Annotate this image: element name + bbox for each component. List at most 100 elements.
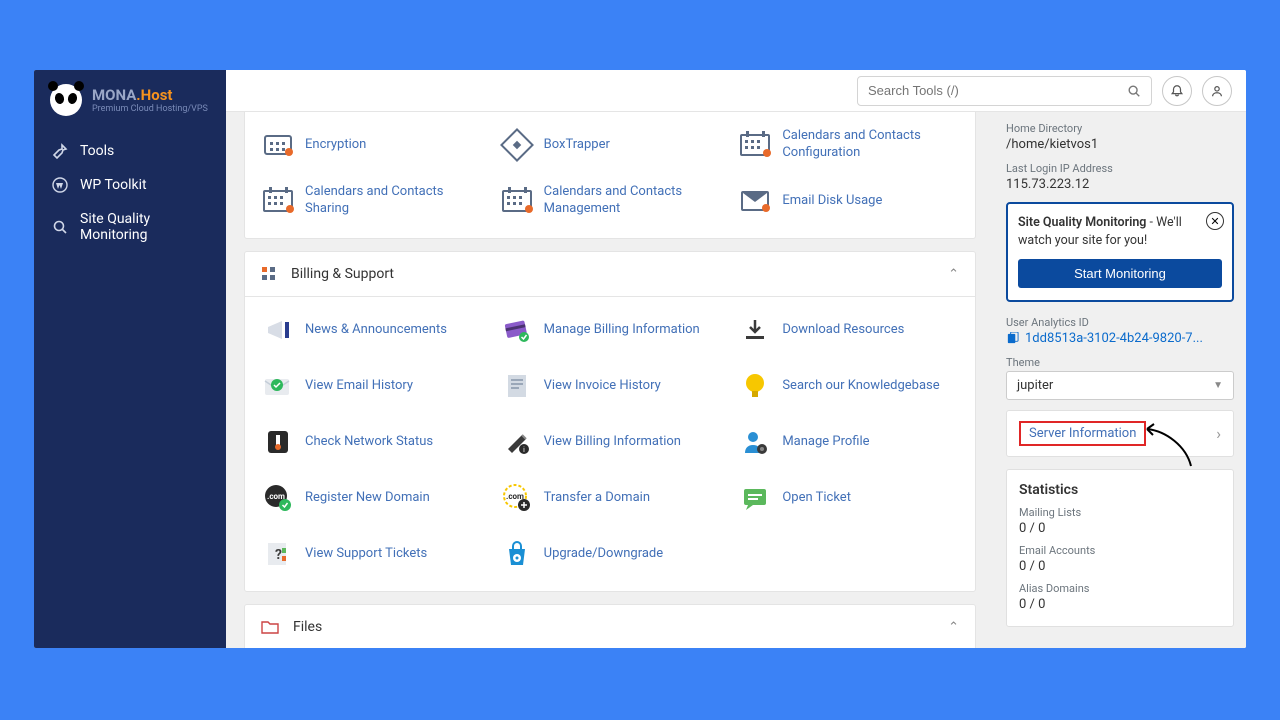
wordpress-icon	[52, 177, 68, 193]
close-icon[interactable]: ✕	[1206, 212, 1224, 230]
brand-logo: MONA.Host Premium Cloud Hosting/VPS	[34, 84, 226, 134]
stats-title: Statistics	[1019, 482, 1221, 498]
tool-email-history[interactable]: View Email History	[255, 359, 488, 413]
theme-select[interactable]: jupiter ▼	[1006, 371, 1234, 400]
notifications-button[interactable]	[1162, 76, 1192, 106]
diamond-icon	[500, 128, 534, 162]
server-info-label: Server Information	[1019, 421, 1146, 446]
keyboard-icon	[261, 128, 295, 162]
sidebar-item-label: Tools	[80, 143, 114, 159]
calendar-share-icon	[261, 184, 295, 218]
stat-value: 0 / 0	[1019, 521, 1221, 536]
envelope-icon	[738, 184, 772, 218]
domain-new-icon: .com	[261, 481, 295, 515]
tool-boxtrapper[interactable]: BoxTrapper	[494, 118, 727, 172]
magnifier-icon	[52, 219, 68, 235]
search-icon[interactable]	[1127, 84, 1141, 98]
analytics-label: User Analytics ID	[1006, 316, 1234, 329]
pen-info-icon: i	[500, 425, 534, 459]
analytics-row: 1dd8513a-3102-4b24-9820-7...	[1006, 331, 1234, 346]
bag-gear-icon	[500, 537, 534, 571]
bell-icon	[1170, 84, 1184, 98]
tool-cal-sharing[interactable]: Calendars and Contacts Sharing	[255, 174, 488, 228]
tool-view-billing[interactable]: iView Billing Information	[494, 415, 727, 469]
download-icon	[738, 313, 772, 347]
copy-icon[interactable]	[1006, 332, 1019, 345]
user-button[interactable]	[1202, 76, 1232, 106]
main-content: Encryption BoxTrapper Calendars and Cont…	[226, 112, 994, 648]
ticket-icon	[738, 481, 772, 515]
analytics-id: 1dd8513a-3102-4b24-9820-7...	[1025, 331, 1203, 346]
sqm-title: Site Quality Monitoring	[1018, 215, 1146, 230]
invoice-icon	[500, 369, 534, 403]
calendar-manage-icon	[500, 184, 534, 218]
stat-label: Mailing Lists	[1019, 506, 1221, 519]
chevron-down-icon: ▼	[1213, 380, 1223, 391]
tool-manage-profile[interactable]: Manage Profile	[732, 415, 965, 469]
wrench-icon	[52, 143, 68, 159]
sqm-banner: ✕ Site Quality Monitoring - We'll watch …	[1006, 202, 1234, 302]
sidebar-item-label: WP Toolkit	[80, 177, 147, 193]
sidebar: MONA.Host Premium Cloud Hosting/VPS Tool…	[34, 70, 226, 648]
profile-gear-icon	[738, 425, 772, 459]
brand-name-a: MONA	[92, 86, 136, 104]
sidebar-item-site-quality[interactable]: Site Quality Monitoring	[34, 202, 226, 252]
section-title: Files	[293, 619, 934, 635]
search-input[interactable]	[868, 83, 1127, 98]
svg-text:i: i	[523, 446, 525, 454]
header	[226, 70, 1246, 112]
tool-knowledgebase[interactable]: Search our Knowledgebase	[732, 359, 965, 413]
tool-upgrade[interactable]: Upgrade/Downgrade	[494, 527, 727, 581]
sidebar-item-wp-toolkit[interactable]: WP Toolkit	[34, 168, 226, 202]
start-monitoring-button[interactable]: Start Monitoring	[1018, 259, 1222, 288]
home-dir-value: /home/kietvos1	[1006, 137, 1234, 152]
tool-email-disk[interactable]: Email Disk Usage	[732, 174, 965, 228]
tool-cal-config[interactable]: Calendars and Contacts Configuration	[732, 118, 965, 172]
chevron-right-icon: ›	[1216, 424, 1221, 443]
last-ip-value: 115.73.223.12	[1006, 177, 1234, 192]
stat-label: Alias Domains	[1019, 582, 1221, 595]
panda-icon	[50, 84, 82, 116]
tool-invoice-history[interactable]: View Invoice History	[494, 359, 727, 413]
sidebar-item-tools[interactable]: Tools	[34, 134, 226, 168]
megaphone-icon	[261, 313, 295, 347]
tool-encryption[interactable]: Encryption	[255, 118, 488, 172]
tool-download[interactable]: Download Resources	[732, 303, 965, 357]
section-title: Billing & Support	[291, 266, 934, 282]
sidebar-item-label: Site Quality Monitoring	[80, 211, 200, 243]
lightbulb-icon	[738, 369, 772, 403]
tool-transfer-domain[interactable]: .comTransfer a Domain	[494, 471, 727, 525]
stat-value: 0 / 0	[1019, 559, 1221, 574]
search-box[interactable]	[857, 76, 1152, 106]
files-panel: Files ⌃ File Manager Images Directory Pr…	[244, 604, 976, 648]
brand-tagline: Premium Cloud Hosting/VPS	[92, 104, 208, 114]
last-ip-label: Last Login IP Address	[1006, 162, 1234, 175]
theme-label: Theme	[1006, 356, 1234, 369]
tool-support-tickets[interactable]: ?View Support Tickets	[255, 527, 488, 581]
theme-value: jupiter	[1017, 378, 1053, 393]
server-information-link[interactable]: Server Information ›	[1006, 410, 1234, 457]
apps-icon	[261, 266, 277, 282]
annotation-arrow-icon	[1141, 421, 1201, 471]
statistics-panel: Statistics Mailing Lists 0 / 0 Email Acco…	[1006, 469, 1234, 627]
card-icon	[500, 313, 534, 347]
mail-history-icon	[261, 369, 295, 403]
home-dir-label: Home Directory	[1006, 122, 1234, 135]
tool-billing-info[interactable]: Manage Billing Information	[494, 303, 727, 357]
stat-label: Email Accounts	[1019, 544, 1221, 557]
thermometer-icon	[261, 425, 295, 459]
tool-cal-manage[interactable]: Calendars and Contacts Management	[494, 174, 727, 228]
brand-name-b: .Host	[136, 86, 172, 104]
collapse-icon[interactable]: ⌃	[948, 620, 959, 635]
user-icon	[1210, 84, 1224, 98]
question-icon: ?	[261, 537, 295, 571]
stat-value: 0 / 0	[1019, 597, 1221, 612]
collapse-icon[interactable]: ⌃	[948, 267, 959, 282]
tool-open-ticket[interactable]: Open Ticket	[732, 471, 965, 525]
tool-news[interactable]: News & Announcements	[255, 303, 488, 357]
tool-network-status[interactable]: Check Network Status	[255, 415, 488, 469]
billing-panel: Billing & Support ⌃ News & Announcements…	[244, 251, 976, 592]
folder-icon	[261, 619, 279, 635]
domain-transfer-icon: .com	[500, 481, 534, 515]
tool-register-domain[interactable]: .comRegister New Domain	[255, 471, 488, 525]
